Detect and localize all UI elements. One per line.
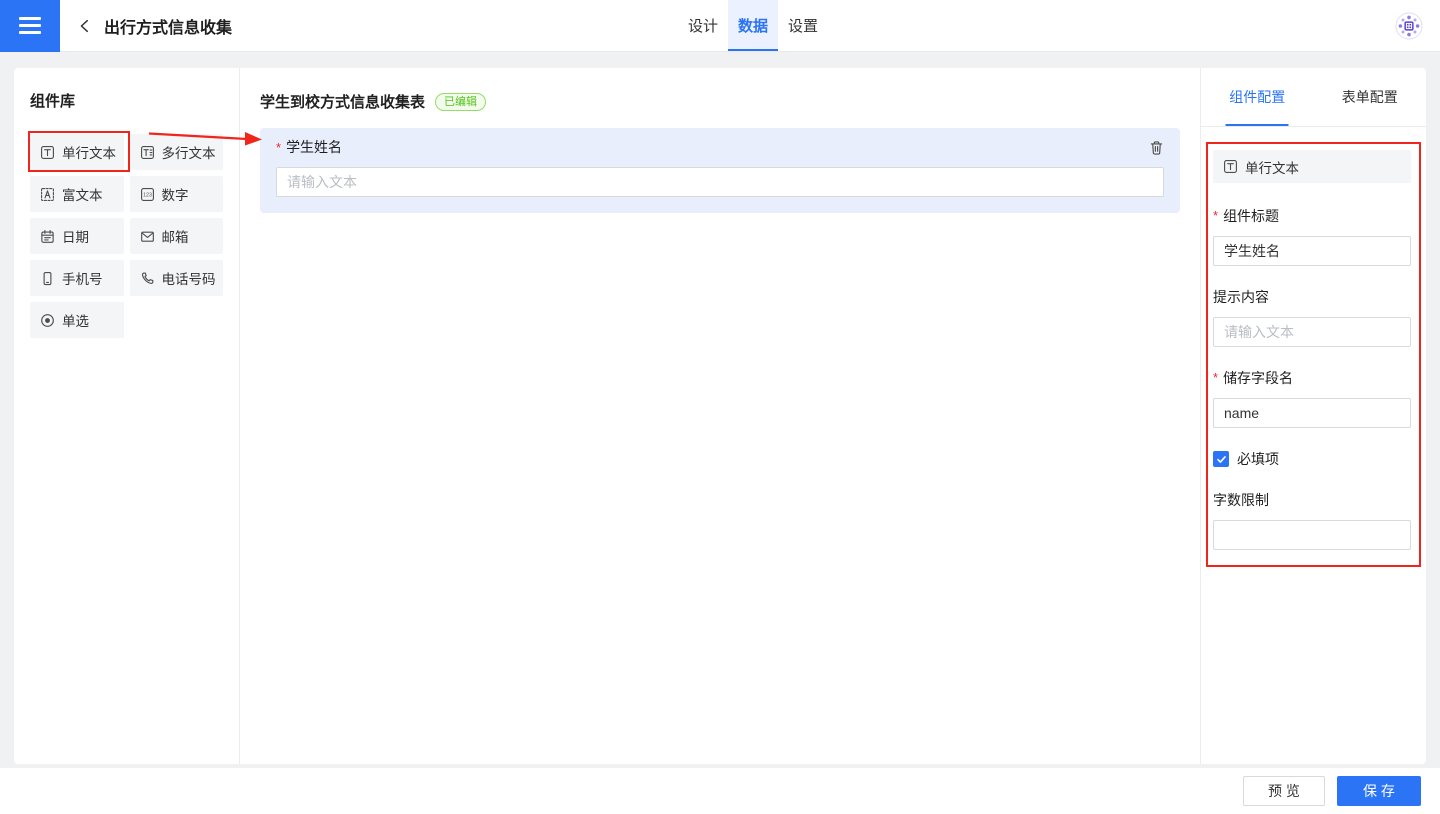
char-limit-input[interactable] bbox=[1213, 520, 1411, 550]
mobile-phone-icon bbox=[40, 271, 55, 286]
preview-button[interactable]: 预 览 bbox=[1243, 776, 1325, 806]
component-item-label: 富文本 bbox=[62, 188, 103, 203]
component-item-label: 邮箱 bbox=[161, 230, 189, 245]
tab-settings[interactable]: 设置 bbox=[778, 0, 828, 51]
rich-text-icon bbox=[40, 187, 55, 202]
trash-icon bbox=[1150, 141, 1163, 155]
component-item-number[interactable]: 123 数字 bbox=[129, 176, 223, 212]
form-field-card[interactable]: * 学生姓名 bbox=[260, 128, 1180, 213]
topbar-tabs: 设计 数据 设置 bbox=[678, 0, 828, 51]
component-grid: 单行文本 多行文本 富文本 123 数字 日期 邮箱 手机号 电话号码 单选 bbox=[30, 134, 223, 338]
form-title: 学生到校方式信息收集表 bbox=[260, 94, 426, 111]
storage-field-name-input[interactable] bbox=[1213, 398, 1411, 428]
config-panel: 组件配置 表单配置 单行文本 * 组件标题 提示内容 bbox=[1200, 68, 1426, 764]
app-logo-icon bbox=[1395, 12, 1423, 40]
label-text: 组件标题 bbox=[1223, 207, 1280, 224]
required-checkbox-row[interactable]: 必填项 bbox=[1213, 451, 1411, 467]
component-item-label: 数字 bbox=[161, 188, 189, 203]
component-title-label: * 组件标题 bbox=[1213, 207, 1411, 224]
component-item-label: 单选 bbox=[62, 314, 89, 329]
sidebar-title: 组件库 bbox=[30, 93, 76, 110]
form-canvas: 学生到校方式信息收集表 已编辑 * 学生姓名 bbox=[240, 68, 1200, 764]
hamburger-icon bbox=[19, 17, 41, 20]
hamburger-icon bbox=[19, 31, 41, 34]
component-type-label: 单行文本 bbox=[1245, 160, 1299, 176]
label-text: 提示内容 bbox=[1213, 288, 1269, 305]
tab-design[interactable]: 设计 bbox=[678, 0, 728, 51]
single-line-text-icon bbox=[1223, 159, 1238, 174]
component-library-sidebar: 组件库 单行文本 多行文本 富文本 123 数字 日期 邮箱 手机号 电话号码 … bbox=[14, 68, 240, 764]
component-item-label: 单行文本 bbox=[62, 146, 116, 161]
required-checkbox[interactable] bbox=[1213, 451, 1229, 467]
back-button[interactable] bbox=[77, 18, 93, 34]
hamburger-icon bbox=[19, 24, 41, 27]
hint-content-label: 提示内容 bbox=[1213, 288, 1411, 305]
component-item-radio[interactable]: 单选 bbox=[30, 302, 124, 338]
checkmark-icon bbox=[1216, 455, 1226, 463]
edited-status-badge: 已编辑 bbox=[435, 92, 487, 111]
number-icon: 123 bbox=[140, 187, 155, 202]
component-item-mobile-phone[interactable]: 手机号 bbox=[30, 260, 124, 296]
page-background: 组件库 单行文本 多行文本 富文本 123 数字 日期 邮箱 手机号 电话号码 … bbox=[0, 52, 1440, 768]
required-asterisk: * bbox=[1213, 370, 1219, 385]
tab-data[interactable]: 数据 bbox=[728, 0, 779, 51]
component-item-multiline-text[interactable]: 多行文本 bbox=[129, 134, 223, 170]
radio-icon bbox=[40, 313, 55, 328]
label-text: 储存字段名 bbox=[1223, 369, 1294, 386]
config-tabs: 组件配置 表单配置 bbox=[1201, 68, 1426, 127]
main-panel: 组件库 单行文本 多行文本 富文本 123 数字 日期 邮箱 手机号 电话号码 … bbox=[14, 68, 1426, 764]
field-text-input[interactable] bbox=[276, 167, 1164, 197]
footer-bar: 预 览 保 存 bbox=[0, 768, 1440, 814]
component-item-telephone[interactable]: 电话号码 bbox=[129, 260, 223, 296]
storage-field-name-label: * 储存字段名 bbox=[1213, 369, 1411, 386]
back-chevron-icon bbox=[80, 19, 88, 32]
field-label: 学生姓名 bbox=[286, 139, 343, 155]
component-type-header: 单行文本 bbox=[1213, 150, 1411, 183]
component-item-single-line-text[interactable]: 单行文本 bbox=[30, 134, 124, 170]
telephone-icon bbox=[140, 271, 155, 286]
required-asterisk: * bbox=[276, 139, 282, 155]
tab-component-config[interactable]: 组件配置 bbox=[1201, 68, 1314, 126]
email-icon bbox=[140, 229, 155, 244]
config-body: 单行文本 * 组件标题 提示内容 * 储存字段名 bbox=[1201, 127, 1426, 573]
component-item-email[interactable]: 邮箱 bbox=[129, 218, 223, 254]
char-limit-label: 字数限制 bbox=[1213, 491, 1411, 508]
canvas-header: 学生到校方式信息收集表 已编辑 bbox=[260, 92, 1180, 111]
required-checkbox-label: 必填项 bbox=[1237, 451, 1279, 467]
multiline-text-icon bbox=[140, 145, 155, 160]
component-title-input[interactable] bbox=[1213, 236, 1411, 266]
tab-form-config[interactable]: 表单配置 bbox=[1314, 68, 1427, 126]
component-item-date[interactable]: 日期 bbox=[30, 218, 124, 254]
component-item-label: 多行文本 bbox=[161, 146, 216, 161]
hamburger-menu-button[interactable] bbox=[0, 0, 60, 52]
component-item-label: 日期 bbox=[62, 230, 89, 245]
save-button[interactable]: 保 存 bbox=[1337, 776, 1421, 806]
component-item-label: 电话号码 bbox=[161, 272, 216, 287]
delete-field-button[interactable] bbox=[1149, 140, 1164, 156]
date-icon bbox=[40, 229, 55, 244]
field-label-row: * 学生姓名 bbox=[276, 139, 1164, 155]
topbar: 出行方式信息收集 设计 数据 设置 bbox=[0, 0, 1440, 52]
required-asterisk: * bbox=[1213, 208, 1219, 223]
svg-text:123: 123 bbox=[143, 192, 152, 198]
component-item-rich-text[interactable]: 富文本 bbox=[30, 176, 124, 212]
hint-content-input[interactable] bbox=[1213, 317, 1411, 347]
single-line-text-icon bbox=[40, 145, 55, 160]
label-text: 字数限制 bbox=[1213, 491, 1269, 508]
page-title: 出行方式信息收集 bbox=[104, 19, 233, 37]
component-item-label: 手机号 bbox=[62, 272, 103, 287]
